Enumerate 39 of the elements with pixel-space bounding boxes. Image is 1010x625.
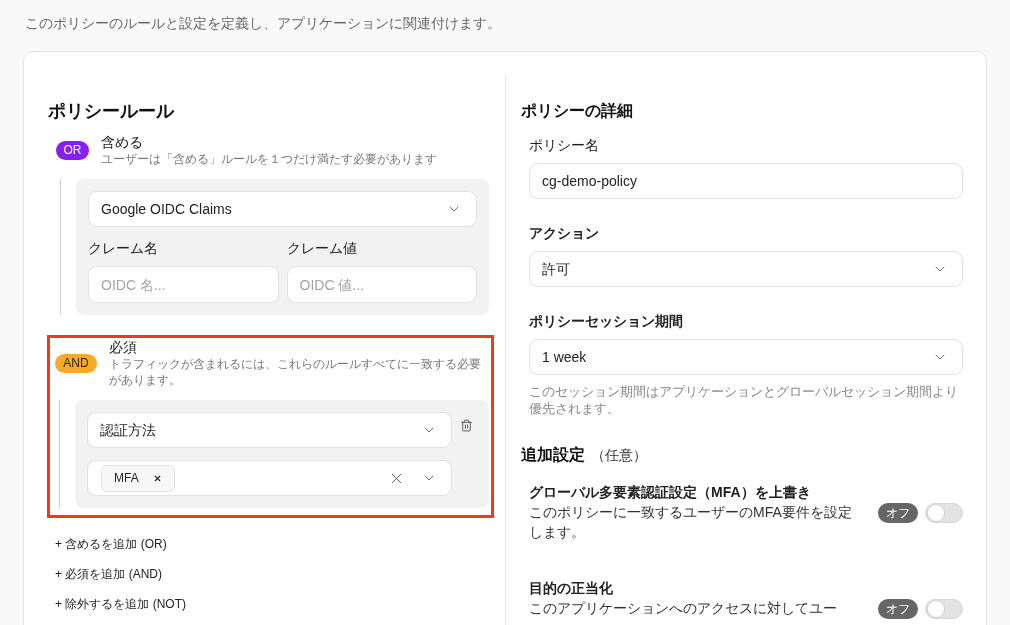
intro-text: このポリシーのルールと設定を定義し、アプリケーションに関連付けます。 <box>24 14 502 33</box>
setting-title: グローバル多要素認証設定（MFA）を上書き <box>529 483 812 502</box>
toggle-switch[interactable] <box>925 599 963 619</box>
group-description: トラフィックが含まれるには、これらのルールすべてに一致する必要があります。 <box>109 356 482 388</box>
field-label: ポリシー名 <box>529 136 600 155</box>
section-heading: 追加設定 <box>521 445 585 465</box>
group-title: 含める <box>101 133 144 151</box>
operator-badge: OR <box>56 140 89 160</box>
input-field[interactable]: OIDC 名... <box>88 266 279 303</box>
trash-icon[interactable] <box>460 419 473 432</box>
multi-select-field[interactable]: MFA <box>87 460 452 496</box>
input-field[interactable]: cg-demo-policy <box>529 163 963 199</box>
field-label: アクション <box>529 224 600 243</box>
status-badge: オフ <box>878 599 918 619</box>
operator-badge: AND <box>55 353 97 373</box>
add-rule-link[interactable]: + 除外するを追加 (NOT) <box>55 596 186 612</box>
select-field[interactable]: 1 week <box>529 339 963 375</box>
field-hint: このセッション期間はアプリケーションとグローバルセッション期間より優先されます。 <box>529 383 959 417</box>
add-rule-link[interactable]: + 含めるを追加 (OR) <box>55 536 167 552</box>
section-heading: ポリシールール <box>48 100 176 123</box>
setting-description: このアプリケーションへのアクセスに対してユー <box>529 599 838 618</box>
section-heading: ポリシーの詳細 <box>521 101 634 121</box>
field-label: ポリシーセッション期間 <box>529 312 684 331</box>
select-field[interactable]: 許可 <box>529 251 963 287</box>
setting-title: 目的の正当化 <box>529 579 614 598</box>
status-badge: オフ <box>878 503 918 523</box>
select-field[interactable]: Google OIDC Claims <box>88 191 477 227</box>
optional-note: （任意） <box>591 446 647 465</box>
value-chip[interactable]: MFA <box>101 464 175 492</box>
field-label: クレーム名 <box>88 239 159 258</box>
field-label: クレーム値 <box>286 239 358 258</box>
select-field[interactable]: 認証方法 <box>87 412 452 448</box>
group-description: ユーザーは「含める」ルールを１つだけ満たす必要があります <box>101 151 437 167</box>
add-rule-link[interactable]: + 必須を追加 (AND) <box>55 566 162 582</box>
setting-description: このポリシーに一致するユーザーのMFA要件を設定します。 <box>529 503 853 542</box>
group-title: 必須 <box>109 338 138 356</box>
toggle-switch[interactable] <box>925 503 963 523</box>
input-field[interactable]: OIDC 値... <box>286 266 477 303</box>
remove-icon[interactable] <box>152 473 162 483</box>
